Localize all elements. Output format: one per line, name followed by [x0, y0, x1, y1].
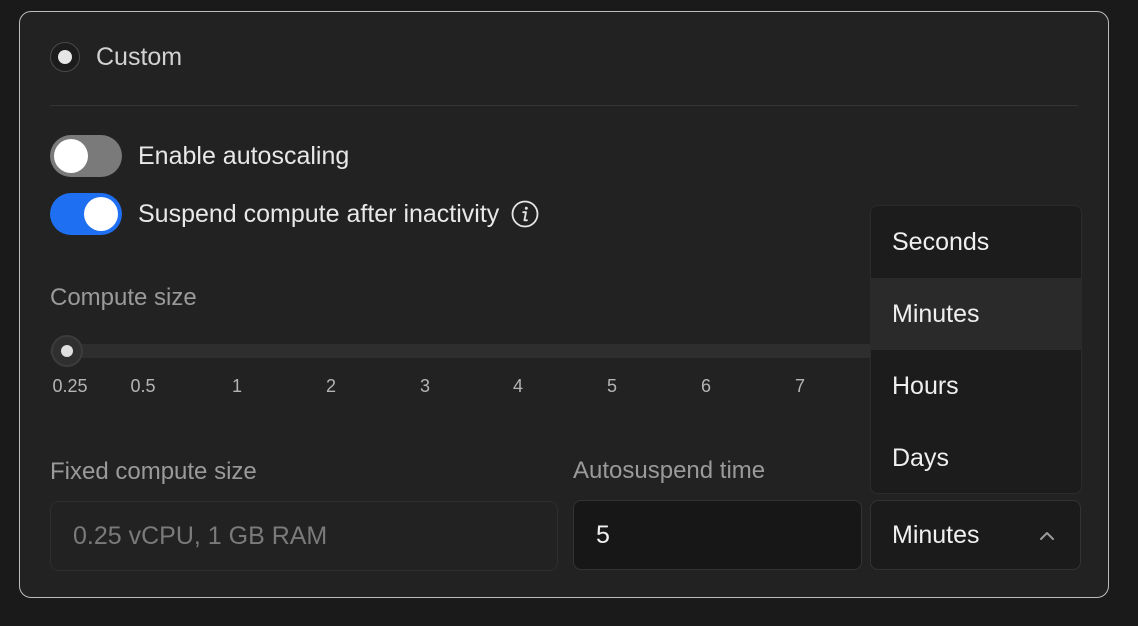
chevron-up-icon [1040, 532, 1054, 540]
custom-radio[interactable] [50, 42, 80, 72]
custom-option[interactable]: Custom [50, 42, 182, 72]
autoscaling-toggle[interactable] [50, 135, 122, 177]
slider-thumb-dot [61, 345, 73, 357]
radio-dot [58, 50, 72, 64]
slider-tick-label: 0.25 [52, 376, 88, 396]
autosuspend-unit-select[interactable]: Minutes [870, 500, 1081, 570]
unit-option-hours[interactable]: Hours [871, 350, 1081, 422]
slider-tick-label: 6 [700, 376, 712, 396]
divider [50, 105, 1078, 106]
toggle-knob [54, 139, 88, 173]
unit-option-days[interactable]: Days [871, 422, 1081, 493]
slider-tick-label: 0.5 [130, 376, 156, 396]
compute-size-slider-track[interactable] [50, 344, 910, 358]
toggle-knob [84, 197, 118, 231]
compute-size-slider-thumb[interactable] [51, 335, 83, 367]
slider-tick-label: 7 [794, 376, 806, 396]
autoscaling-label: Enable autoscaling [138, 141, 350, 170]
compute-settings-card: Custom Enable autoscaling Suspend comput… [19, 11, 1109, 598]
slider-tick-label: 5 [606, 376, 618, 396]
autosuspend-label: Autosuspend time [573, 457, 766, 484]
compute-size-label: Compute size [50, 284, 197, 311]
suspend-toggle[interactable] [50, 193, 122, 235]
fixed-compute-value: 0.25 vCPU, 1 GB RAM [73, 521, 328, 550]
unit-dropdown-menu: Seconds Minutes Hours Days [870, 205, 1082, 494]
slider-tick-label: 4 [512, 376, 524, 396]
unit-option-seconds[interactable]: Seconds [871, 206, 1081, 278]
autosuspend-unit-value: Minutes [892, 520, 980, 549]
autosuspend-time-value: 5 [596, 520, 610, 549]
slider-tick-label: 1 [231, 376, 243, 396]
slider-tick-label: 3 [419, 376, 431, 396]
unit-option-minutes[interactable]: Minutes [871, 278, 1081, 350]
suspend-row: Suspend compute after inactivity [50, 193, 539, 235]
info-icon[interactable] [511, 200, 539, 228]
fixed-compute-field: 0.25 vCPU, 1 GB RAM [50, 501, 558, 571]
autoscaling-row: Enable autoscaling [50, 135, 349, 177]
custom-radio-label: Custom [96, 42, 183, 71]
slider-tick-label: 2 [325, 376, 337, 396]
fixed-compute-label: Fixed compute size [50, 458, 257, 485]
suspend-label: Suspend compute after inactivity [138, 199, 500, 228]
autosuspend-time-input[interactable]: 5 [573, 500, 862, 570]
